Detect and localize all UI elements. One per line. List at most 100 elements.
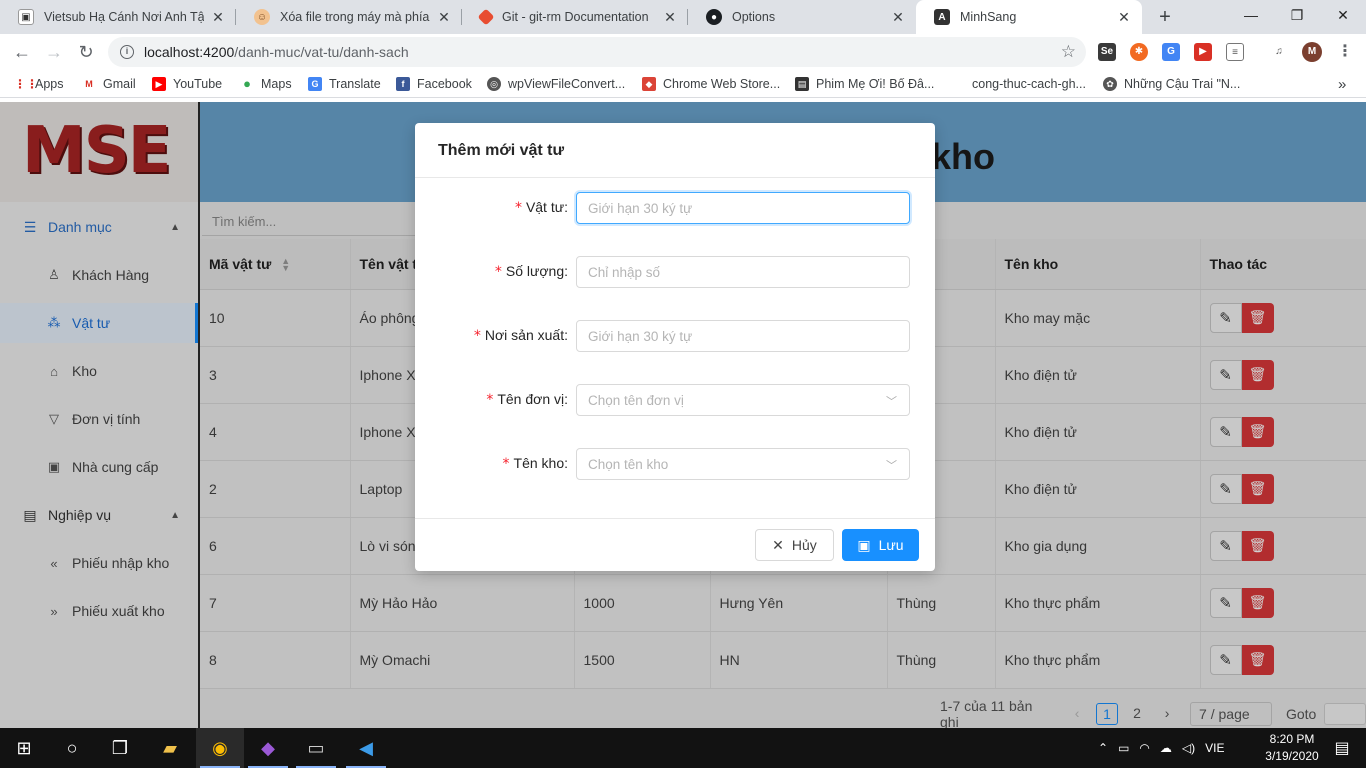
bookmark-cong-thuc[interactable]: cong-thuc-cach-gh... — [972, 75, 1086, 93]
new-tab-button[interactable]: + — [1152, 4, 1178, 30]
extension-icon[interactable]: ✱ — [1130, 43, 1148, 61]
video-page-icon: ▣ — [18, 9, 34, 25]
browser-tab[interactable]: ▣ Vietsub Hạ Cánh Nơi Anh Tập ✕ — [0, 0, 236, 34]
gear-icon: ✿ — [1103, 77, 1117, 91]
field-label: * Tên kho: — [502, 455, 568, 472]
translate-icon: G — [308, 77, 322, 91]
browser-menu-icon[interactable]: ⋮ — [1336, 43, 1354, 61]
browser-tab[interactable]: ● Options ✕ — [688, 0, 916, 34]
chrome-icon[interactable]: ◉ — [196, 728, 244, 768]
globe-icon: ◎ — [487, 77, 501, 91]
search-icon[interactable]: ○ — [48, 728, 96, 768]
bookmark-wpviewfileconvert[interactable]: ◎ wpViewFileConvert... — [487, 75, 625, 93]
github-logo-icon: ● — [706, 9, 722, 25]
dialog-title: Thêm mới vật tư — [415, 123, 935, 178]
close-icon[interactable]: ✕ — [210, 9, 226, 26]
browser-toolbar: ← → ↻ i localhost:4200/danh-muc/vat-tu/d… — [0, 34, 1366, 70]
back-button[interactable]: ← — [10, 40, 34, 64]
field-label: * Số lượng: — [494, 263, 568, 280]
field-label: * Tên đơn vị: — [486, 391, 568, 408]
bookmark-label: Translate — [329, 77, 381, 91]
clock-time: 8:20 PM — [1269, 732, 1315, 746]
media-control-icon[interactable]: ♫ — [1270, 43, 1288, 61]
cloud-icon[interactable]: ☁ — [1160, 741, 1172, 755]
file-explorer-icon[interactable]: ▰ — [146, 728, 194, 768]
browser-tab[interactable]: ☺ Xóa file trong máy mà phía trên ✕ — [236, 0, 462, 34]
close-icon[interactable]: ✕ — [436, 9, 452, 26]
form-row-so-luong: * Số lượng: — [415, 256, 935, 288]
translate-extension-icon[interactable]: G — [1162, 43, 1180, 61]
reload-button[interactable]: ↻ — [74, 40, 98, 64]
minimize-button[interactable]: — — [1228, 0, 1274, 30]
bookmark-label: Phim Mẹ Ơi! Bố Đâ... — [816, 77, 935, 91]
site-info-icon[interactable]: i — [120, 45, 134, 59]
forward-button[interactable]: → — [42, 40, 66, 64]
close-icon[interactable]: ✕ — [890, 9, 906, 26]
quantity-input[interactable] — [576, 256, 910, 288]
form-row-ten-don-vi: * Tên đơn vị: Chọn tên đơn vị ﹀ — [415, 384, 935, 416]
url-host: localhost:4200 — [144, 44, 235, 60]
cancel-label: Hủy — [791, 537, 817, 553]
close-icon[interactable]: ✕ — [1116, 9, 1132, 26]
media-extension-icon[interactable]: ▶ — [1194, 43, 1212, 61]
save-button[interactable]: ▣ Lưu — [842, 529, 919, 561]
field-label-text: Số lượng: — [505, 263, 568, 279]
tab-title: Options — [732, 10, 776, 24]
network-device-icon[interactable]: ▭ — [1118, 741, 1129, 755]
bookmark-nhung-cau-trai[interactable]: ✿ Những Cậu Trai "N... — [1103, 75, 1240, 93]
terminal-icon[interactable]: ▭ — [292, 728, 340, 768]
language-indicator[interactable]: VIE — [1205, 741, 1224, 755]
bookmark-chrome-web-store[interactable]: ◆ Chrome Web Store... — [642, 75, 780, 93]
facebook-icon: f — [396, 77, 410, 91]
save-icon: ▣ — [857, 536, 871, 553]
address-bar[interactable]: i localhost:4200/danh-muc/vat-tu/danh-sa… — [108, 37, 1086, 67]
bookmarks-overflow-button[interactable]: » — [1338, 75, 1346, 93]
field-label: * Vật tư: — [514, 199, 568, 216]
angular-logo-icon: A — [934, 9, 950, 25]
selenium-extension-icon[interactable]: Se — [1098, 43, 1116, 61]
profile-avatar[interactable]: M — [1302, 42, 1322, 62]
bookmark-gmail[interactable]: M Gmail — [82, 75, 136, 93]
material-name-input[interactable] — [576, 192, 910, 224]
bookmark-phim[interactable]: ▤ Phim Mẹ Ơi! Bố Đâ... — [795, 75, 934, 93]
windows-start-icon[interactable]: ⊞ — [0, 728, 48, 768]
bookmark-facebook[interactable]: f Facebook — [396, 75, 472, 93]
bookmark-label: Maps — [261, 77, 292, 91]
chevron-down-icon: ﹀ — [886, 396, 897, 408]
chevron-up-icon[interactable]: ⌃ — [1098, 741, 1108, 755]
maximize-button[interactable]: ❐ — [1274, 0, 1320, 30]
bookmark-apps[interactable]: ⋮⋮ Apps — [14, 75, 64, 93]
document-extension-icon[interactable]: ≡ — [1226, 43, 1244, 61]
warehouse-select[interactable]: Chọn tên kho ﹀ — [576, 448, 910, 480]
git-logo-icon — [477, 8, 495, 26]
dialog-footer: ✕ Hủy ▣ Lưu — [415, 518, 935, 571]
select-placeholder: Chọn tên đơn vị — [588, 392, 684, 408]
close-icon[interactable]: ✕ — [662, 9, 678, 26]
field-label: * Nơi sản xuất: — [473, 327, 568, 344]
browser-tab-strip: ▣ Vietsub Hạ Cánh Nơi Anh Tập ✕ ☺ Xóa fi… — [0, 0, 1366, 34]
bookmark-youtube[interactable]: ▶ YouTube — [152, 75, 222, 93]
vscode-icon[interactable]: ◀ — [342, 728, 390, 768]
maps-pin-icon: ● — [240, 77, 254, 91]
volume-icon[interactable]: ◁) — [1182, 741, 1195, 755]
bookmark-maps[interactable]: ● Maps — [240, 75, 292, 93]
cancel-button[interactable]: ✕ Hủy — [755, 529, 834, 561]
bookmark-star-icon[interactable]: ☆ — [1061, 42, 1076, 62]
clapperboard-icon: ▤ — [795, 77, 809, 91]
clock[interactable]: 8:20 PM 3/19/2020 — [1262, 731, 1322, 765]
bookmark-label: wpViewFileConvert... — [508, 77, 626, 91]
save-label: Lưu — [878, 537, 904, 553]
origin-input[interactable] — [576, 320, 910, 352]
field-label-text: Nơi sản xuất: — [484, 327, 568, 343]
notification-icon[interactable]: ▤ — [1318, 728, 1366, 768]
browser-tab-active[interactable]: A MinhSang ✕ — [916, 0, 1142, 34]
bookmark-translate[interactable]: G Translate — [308, 75, 381, 93]
visual-studio-icon[interactable]: ◆ — [244, 728, 292, 768]
field-label-text: Vật tư: — [525, 199, 568, 215]
close-window-button[interactable]: ✕ — [1320, 0, 1366, 30]
form-row-noi-san-xuat: * Nơi sản xuất: — [415, 320, 935, 352]
task-view-icon[interactable]: ❐ — [96, 728, 144, 768]
browser-tab[interactable]: Git - git-rm Documentation ✕ — [462, 0, 688, 34]
unit-select[interactable]: Chọn tên đơn vị ﹀ — [576, 384, 910, 416]
wifi-icon[interactable]: ◠ — [1139, 741, 1149, 755]
